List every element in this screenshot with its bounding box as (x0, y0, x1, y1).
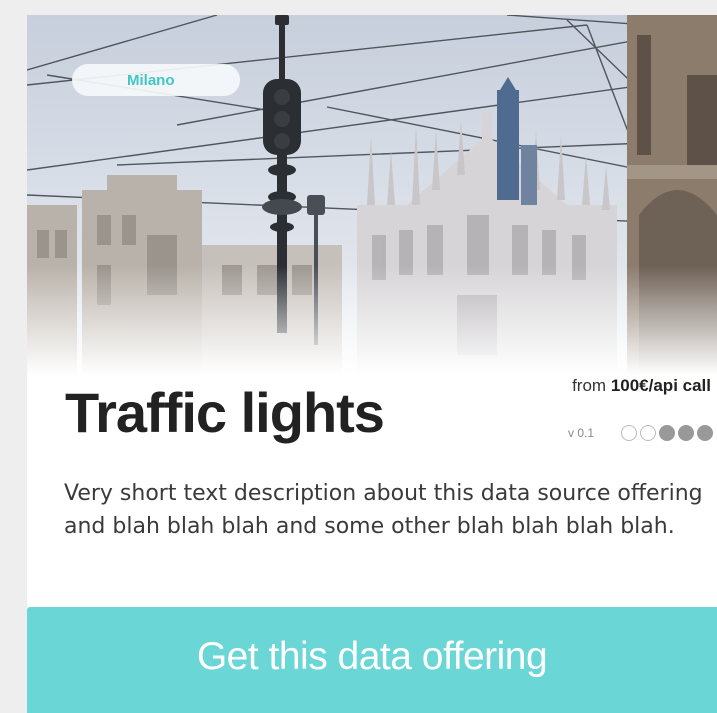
price-label: from 100€/api call (572, 376, 711, 396)
offering-title: Traffic lights (65, 381, 385, 444)
rating-dot-filled (697, 425, 713, 441)
hero-photo: Milano (27, 15, 717, 375)
rating-dot-empty (621, 425, 637, 441)
rating-dots (618, 425, 713, 441)
version-label: v 0.1 (567, 426, 594, 440)
data-offering-card: Milano Traffic lights from 100€/api call… (27, 15, 717, 713)
offering-description: Very short text description about this d… (64, 481, 703, 539)
get-offering-button[interactable]: Get this data offering (27, 607, 717, 713)
rating-dot-filled (678, 425, 694, 441)
version-rating-row: v 0.1 (568, 420, 713, 446)
location-tag-label: Milano (127, 71, 175, 89)
rating-dot-filled (659, 425, 675, 441)
location-tag: Milano (72, 64, 240, 96)
rating-dot-empty (640, 425, 656, 441)
price-value: 100€/api call (610, 376, 711, 395)
price-prefix: from (572, 376, 607, 395)
